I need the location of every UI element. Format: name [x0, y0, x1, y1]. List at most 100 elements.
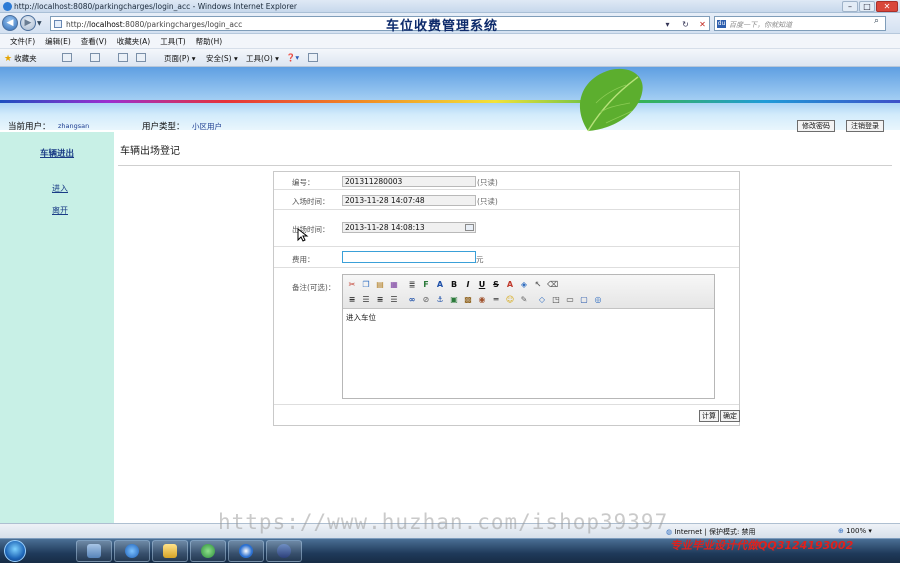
- remark-text[interactable]: 进入车位: [346, 312, 376, 323]
- tools-menu[interactable]: 工具(O) ▾: [246, 53, 279, 64]
- recent-pages-dropdown-icon[interactable]: ▼: [37, 20, 42, 27]
- feeds-icon[interactable]: [90, 53, 100, 62]
- stop-icon[interactable]: ✕: [696, 19, 709, 30]
- font-size-icon[interactable]: A: [435, 280, 445, 290]
- tab-icon[interactable]: [62, 53, 72, 62]
- safety-menu[interactable]: 安全(S) ▾: [206, 53, 238, 64]
- highlight-icon[interactable]: ◈: [519, 280, 529, 290]
- ie-icon: [3, 2, 12, 11]
- format-block-icon[interactable]: ≣: [407, 280, 417, 290]
- minimize-button[interactable]: –: [842, 1, 858, 12]
- page-menu[interactable]: 页面(P) ▾: [164, 53, 196, 64]
- print-icon[interactable]: [136, 53, 146, 62]
- address-bar[interactable]: http://localhost:8080/parkingcharges/log…: [50, 16, 710, 31]
- about-icon[interactable]: ◎: [593, 295, 603, 305]
- search-box[interactable]: du 百度一下，你就知道: [714, 16, 886, 31]
- favorites-button[interactable]: ★ 收藏夹: [4, 53, 37, 64]
- page-icon: [54, 20, 62, 28]
- justify-icon[interactable]: ☰: [389, 295, 399, 305]
- zoom-level[interactable]: ⊕ 100% ▾: [838, 527, 872, 535]
- fee-label: 费用：: [292, 255, 315, 264]
- help-icon[interactable]: ❓▾: [286, 53, 299, 62]
- eclipse-icon: [277, 544, 291, 558]
- id-field[interactable]: 201311280003: [342, 176, 476, 187]
- fee-input[interactable]: [342, 251, 476, 263]
- underline-icon[interactable]: U: [477, 280, 487, 290]
- window-icon: [87, 544, 101, 558]
- back-button[interactable]: ◀: [2, 15, 18, 31]
- align-right-icon[interactable]: ≡: [375, 295, 385, 305]
- align-center-icon[interactable]: ☰: [361, 295, 371, 305]
- calculate-button[interactable]: 计算: [699, 410, 719, 422]
- copy-icon[interactable]: ❐: [361, 280, 371, 290]
- menu-bar: 文件(F) 编辑(E) 查看(V) 收藏夹(A) 工具(T) 帮助(H): [0, 34, 900, 49]
- research-icon[interactable]: [308, 53, 318, 62]
- id-label: 编号：: [292, 178, 315, 187]
- taskbar-media-player[interactable]: [228, 540, 264, 562]
- hr-icon[interactable]: ═: [491, 295, 501, 305]
- menu-edit[interactable]: 编辑(E): [45, 34, 71, 48]
- user-type-label: 用户类型：: [142, 122, 185, 132]
- confirm-button[interactable]: 确定: [720, 410, 740, 422]
- source-code-icon[interactable]: ◇: [537, 295, 547, 305]
- cut-icon[interactable]: ✂: [347, 280, 357, 290]
- select-all-icon[interactable]: ↖: [533, 280, 543, 290]
- network-icon: [201, 544, 215, 558]
- sidebar-item-leave[interactable]: 离开: [52, 205, 68, 216]
- taskbar-eclipse[interactable]: [266, 540, 302, 562]
- close-window-button[interactable]: ✕: [876, 1, 898, 12]
- print-doc-icon[interactable]: ▭: [565, 295, 575, 305]
- zoom-icon: ⊕: [838, 527, 847, 535]
- taskbar-folder[interactable]: [152, 540, 188, 562]
- logout-button[interactable]: 注销登录: [846, 120, 884, 132]
- taskbar-network[interactable]: [190, 540, 226, 562]
- emoticon-icon[interactable]: ☺: [505, 295, 515, 305]
- paste-word-icon[interactable]: ▦: [389, 280, 399, 290]
- forward-button[interactable]: ▶: [20, 15, 36, 31]
- calendar-icon[interactable]: [465, 224, 474, 231]
- link-icon[interactable]: ∞: [407, 295, 417, 305]
- preview-icon[interactable]: ◳: [551, 295, 561, 305]
- media-icon[interactable]: ◉: [477, 295, 487, 305]
- menu-favorites[interactable]: 收藏夹(A): [117, 34, 150, 48]
- menu-tools[interactable]: 工具(T): [160, 34, 185, 48]
- menu-file[interactable]: 文件(F): [10, 34, 35, 48]
- menu-help[interactable]: 帮助(H): [196, 34, 223, 48]
- special-char-icon[interactable]: ✎: [519, 295, 529, 305]
- flash-icon[interactable]: ▩: [463, 295, 473, 305]
- sidebar-title[interactable]: 车辆进出: [40, 147, 74, 159]
- mail-icon[interactable]: [118, 53, 128, 62]
- menu-view[interactable]: 查看(V): [81, 34, 107, 48]
- leaf-decoration: [579, 68, 643, 132]
- bold-icon[interactable]: B: [449, 280, 459, 290]
- image-icon[interactable]: ▣: [449, 295, 459, 305]
- start-button[interactable]: [4, 540, 26, 562]
- address-dropdown-icon[interactable]: ▾: [661, 19, 674, 30]
- exit-registration-form: 编号： 201311280003 (只读) 入场时间： 2013-11-28 1…: [273, 171, 740, 426]
- unlink-icon[interactable]: ⊘: [421, 295, 431, 305]
- italic-icon[interactable]: I: [463, 280, 473, 290]
- watermark: https://www.huzhan.com/ishop39397: [218, 510, 669, 534]
- fullscreen-icon[interactable]: ▢: [579, 295, 589, 305]
- entry-time-field[interactable]: 2013-11-28 14:07:48: [342, 195, 476, 206]
- refresh-icon[interactable]: ↻: [679, 19, 692, 30]
- entry-time-readonly-note: (只读): [477, 197, 498, 206]
- change-password-button[interactable]: 修改密码: [797, 120, 835, 132]
- taskbar-explorer-window[interactable]: [76, 540, 112, 562]
- sidebar-item-enter[interactable]: 进入: [52, 183, 68, 194]
- maximize-button[interactable]: □: [859, 1, 875, 12]
- paste-icon[interactable]: ▤: [375, 280, 385, 290]
- remove-format-icon[interactable]: ⌫: [547, 280, 558, 290]
- user-type: 小区用户: [192, 122, 222, 131]
- search-icon[interactable]: ⌕: [874, 16, 879, 26]
- taskbar-internet-explorer[interactable]: [114, 540, 150, 562]
- strikethrough-icon[interactable]: S: [491, 280, 501, 290]
- page-header: [0, 67, 900, 130]
- align-left-icon[interactable]: ≡: [347, 295, 357, 305]
- form-row-id: 编号： 201311280003 (只读): [274, 172, 739, 190]
- exit-time-field[interactable]: 2013-11-28 14:08:13: [342, 222, 476, 233]
- anchor-icon[interactable]: ⚓: [435, 295, 445, 305]
- command-bar: ★ 收藏夹 页面(P) ▾ 安全(S) ▾ 工具(O) ▾ ❓▾: [0, 49, 900, 67]
- text-color-icon[interactable]: A: [505, 280, 515, 290]
- font-family-icon[interactable]: F: [421, 280, 431, 290]
